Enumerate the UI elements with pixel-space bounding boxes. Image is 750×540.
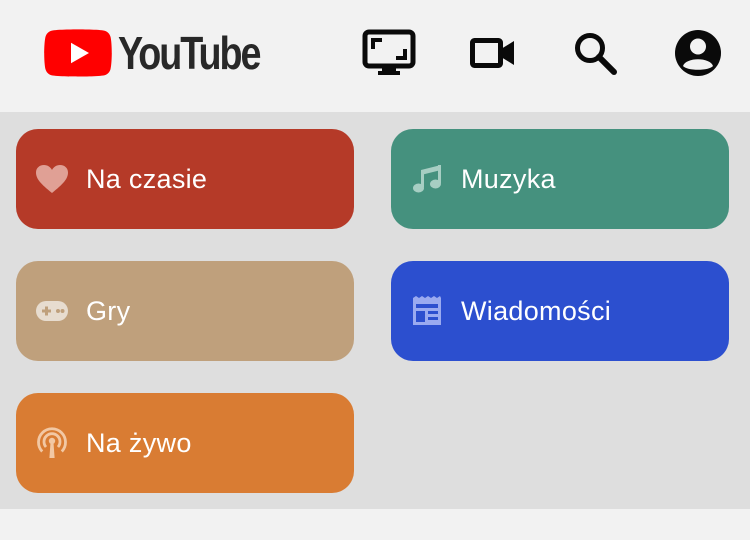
category-tile-trending[interactable]: Na czasie [16, 129, 354, 229]
live-broadcast-icon [35, 426, 69, 460]
newspaper-icon [410, 294, 444, 328]
heart-icon [35, 162, 69, 196]
categories-grid: Na czasie Muzyka Gry Wiadomości Na żywo [0, 112, 750, 509]
category-label: Na czasie [86, 164, 208, 194]
category-label: Na żywo [86, 428, 192, 458]
gamepad-icon [35, 294, 69, 328]
category-tile-music[interactable]: Muzyka [391, 129, 729, 229]
youtube-play-logo-icon [44, 29, 112, 77]
category-tile-live[interactable]: Na żywo [16, 393, 354, 493]
cast-icon [362, 29, 416, 75]
category-tile-gaming[interactable]: Gry [16, 261, 354, 361]
category-label: Muzyka [461, 164, 556, 194]
account-button[interactable] [671, 28, 725, 78]
bottom-strip [0, 509, 750, 540]
upload-video-button[interactable] [466, 28, 520, 78]
category-label: Wiadomości [461, 296, 612, 326]
music-note-icon [410, 162, 444, 196]
cast-button[interactable] [362, 28, 416, 78]
category-tile-news[interactable]: Wiadomości [391, 261, 729, 361]
youtube-explore-page: YouTube Na czasie Muzyka Gry Wiadomości … [0, 0, 750, 540]
youtube-wordmark: YouTube [118, 27, 261, 79]
youtube-logo[interactable]: YouTube [44, 28, 290, 78]
video-camera-icon [470, 38, 514, 68]
account-icon [675, 30, 721, 76]
search-icon [575, 33, 617, 75]
search-button[interactable] [568, 28, 622, 78]
category-label: Gry [86, 296, 131, 326]
top-app-bar: YouTube [0, 0, 750, 112]
